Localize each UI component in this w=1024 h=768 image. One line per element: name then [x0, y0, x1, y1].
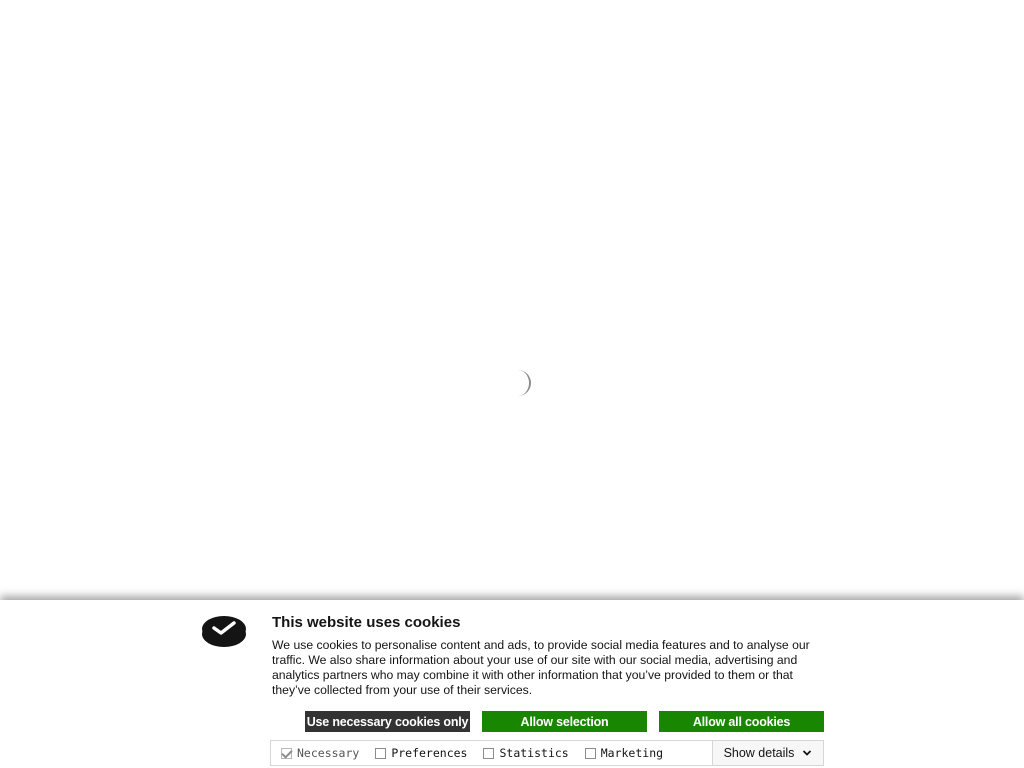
option-preferences[interactable]: Preferences [375, 746, 467, 760]
cookiebot-logo-icon [202, 616, 246, 647]
show-details-button[interactable]: Show details [712, 741, 823, 765]
cookie-options-bar: Necessary Preferences Statistics Marketi… [270, 740, 824, 766]
cookie-consent-banner: This website uses cookies We use cookies… [0, 600, 1024, 768]
loading-spinner-icon [517, 370, 531, 396]
statistics-checkbox[interactable] [483, 747, 495, 759]
option-label: Necessary [297, 746, 360, 760]
option-necessary: Necessary [281, 746, 359, 760]
use-necessary-cookies-button[interactable]: Use necessary cookies only [305, 711, 470, 732]
option-label: Marketing [600, 746, 664, 760]
option-label: Statistics [499, 746, 569, 760]
allow-selection-button[interactable]: Allow selection [482, 711, 647, 732]
preferences-checkbox[interactable] [375, 747, 387, 759]
allow-all-cookies-button[interactable]: Allow all cookies [659, 711, 824, 732]
option-statistics[interactable]: Statistics [483, 746, 569, 760]
option-marketing[interactable]: Marketing [584, 746, 664, 760]
necessary-checkbox [281, 747, 292, 759]
marketing-checkbox[interactable] [584, 747, 596, 759]
cookie-banner-description: We use cookies to personalise content an… [272, 638, 810, 697]
cookie-banner-title: This website uses cookies [272, 614, 461, 631]
option-label: Preferences [391, 746, 468, 760]
show-details-label: Show details [723, 746, 795, 760]
chevron-down-icon [803, 750, 812, 756]
